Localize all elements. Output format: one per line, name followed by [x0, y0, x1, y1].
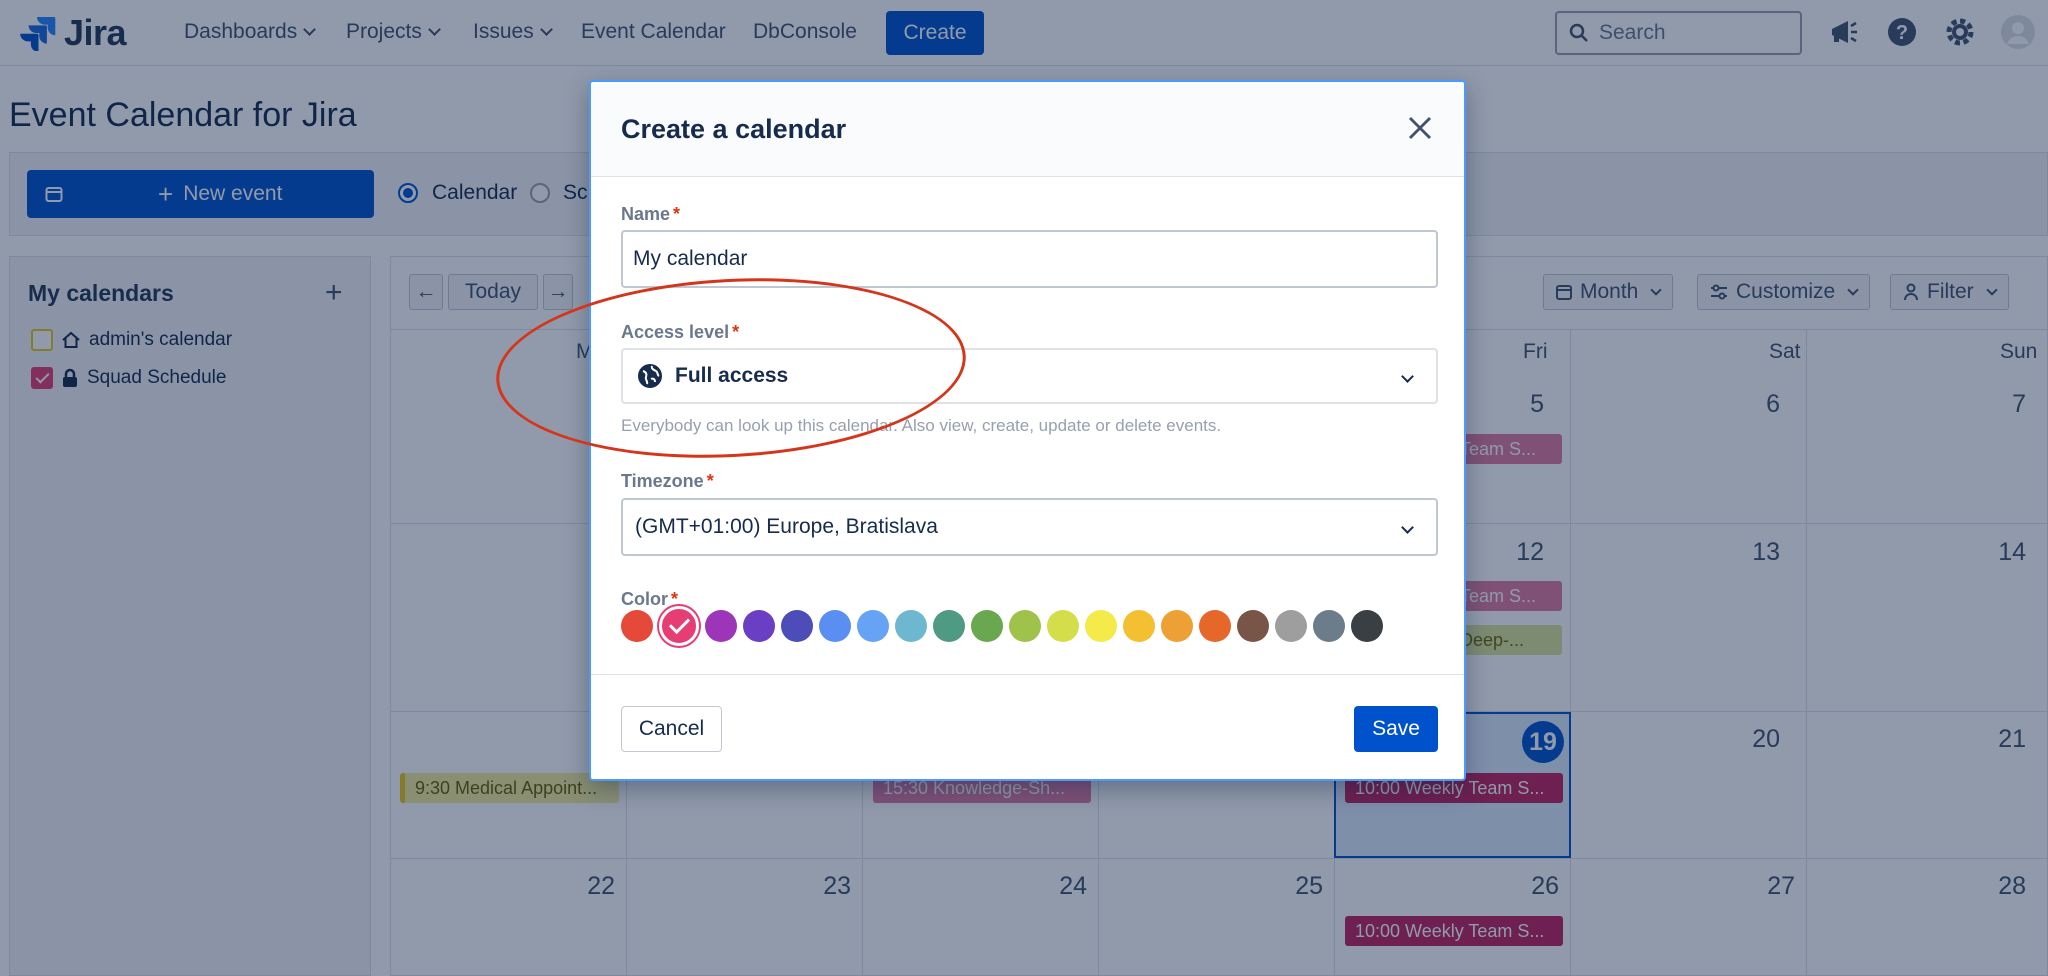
timezone-select[interactable]: (GMT+01:00) Europe, Bratislava [621, 498, 1438, 556]
color-swatch[interactable] [743, 610, 775, 642]
color-swatch[interactable] [933, 610, 965, 642]
dialog-title: Create a calendar [621, 114, 847, 144]
save-button[interactable]: Save [1354, 706, 1438, 752]
close-icon[interactable] [1405, 113, 1435, 143]
color-swatch[interactable] [1237, 610, 1269, 642]
color-swatch-list [621, 606, 1383, 646]
color-swatch[interactable] [819, 610, 851, 642]
color-swatch[interactable] [1161, 610, 1193, 642]
color-swatch[interactable] [971, 610, 1003, 642]
color-label: Color * [621, 589, 678, 610]
color-swatch[interactable] [1123, 610, 1155, 642]
chevron-down-icon [1401, 369, 1414, 383]
color-label-text: Color [621, 589, 668, 609]
color-swatch[interactable] [781, 610, 813, 642]
color-swatch[interactable] [1351, 610, 1383, 642]
name-label: Name * [621, 204, 680, 225]
required-marker: * [706, 471, 714, 491]
color-swatch[interactable] [705, 610, 737, 642]
cancel-button[interactable]: Cancel [621, 706, 722, 752]
color-swatch[interactable] [1275, 610, 1307, 642]
dialog-header: Create a calendar [591, 82, 1464, 177]
color-swatch[interactable] [1009, 610, 1041, 642]
timezone-value: (GMT+01:00) Europe, Bratislava [635, 515, 938, 538]
color-swatch[interactable] [1047, 610, 1079, 642]
required-marker: * [673, 204, 681, 224]
color-swatch[interactable] [1313, 610, 1345, 642]
name-label-text: Name [621, 204, 671, 224]
color-swatch[interactable] [1085, 610, 1117, 642]
timezone-label: Timezone * [621, 471, 714, 492]
timezone-label-text: Timezone [621, 471, 704, 491]
color-swatch[interactable] [895, 610, 927, 642]
chevron-down-icon [1401, 520, 1414, 534]
color-swatch[interactable] [621, 610, 653, 642]
color-swatch[interactable] [659, 606, 699, 646]
color-swatch[interactable] [857, 610, 889, 642]
color-swatch[interactable] [1199, 610, 1231, 642]
